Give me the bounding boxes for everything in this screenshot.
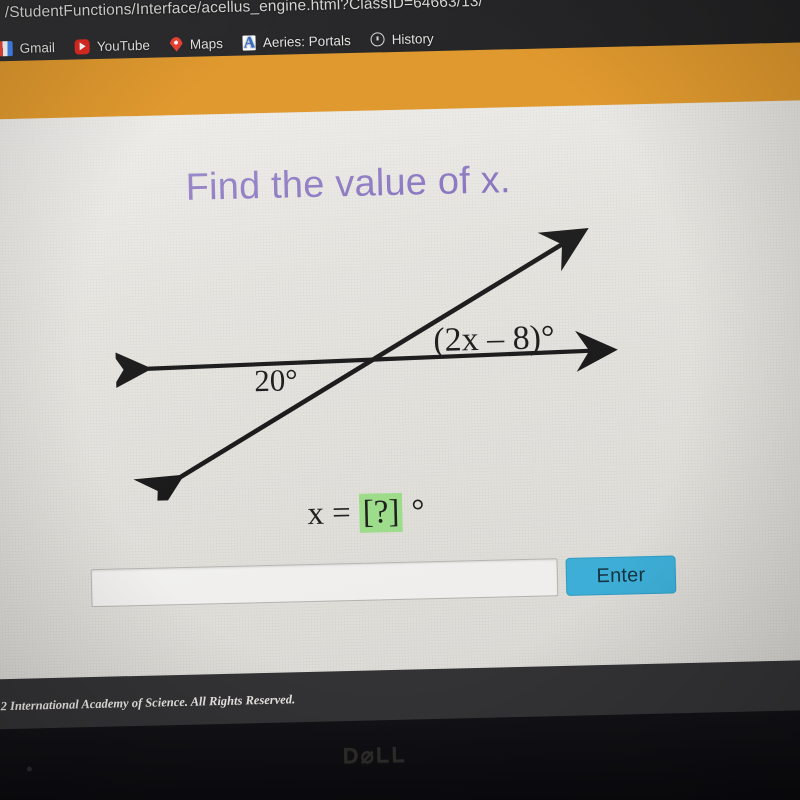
aeries-icon: A (242, 33, 257, 52)
lesson-page: Find the value of x. (2x – 8)° 20° x = [… (0, 99, 800, 700)
page-title: Find the value of x. (185, 159, 512, 209)
answer-input[interactable] (90, 558, 559, 608)
address-bar[interactable]: /StudentFunctions/Interface/acellus_engi… (5, 0, 765, 25)
youtube-icon (74, 38, 91, 55)
history-clock-icon (370, 32, 385, 47)
copyright-text: 2 International Academy of Science. All … (0, 692, 296, 714)
bookmark-aeries-portals[interactable]: A Aeries: Portals (242, 32, 351, 52)
maps-pin-icon (170, 37, 183, 52)
answer-blank-placeholder: [?] (359, 492, 403, 533)
bookmark-maps[interactable]: Maps (170, 36, 223, 52)
bookmark-label: YouTube (96, 37, 151, 54)
answer-prompt: x = [?] ° (307, 492, 425, 534)
bookmark-label: Gmail (19, 39, 56, 56)
bookmark-gmail[interactable]: Gmail (0, 40, 55, 56)
angle-label-expression: (2x – 8)° (432, 319, 555, 360)
gmail-icon (0, 40, 13, 56)
bookmark-youtube[interactable]: YouTube (74, 37, 151, 55)
lesson-content: Find the value of x. (2x – 8)° 20° x = [… (0, 100, 800, 699)
enter-button[interactable]: Enter (565, 555, 677, 596)
diagram-svg (112, 228, 618, 502)
answer-degree-symbol: ° (410, 493, 425, 530)
answer-entry-row: Enter (90, 555, 677, 608)
angle-label-known: 20° (253, 362, 299, 399)
url-text: /StudentFunctions/Interface/acellus_engi… (4, 0, 484, 22)
answer-prefix: x = (306, 495, 352, 533)
photo-of-laptop-screen: /StudentFunctions/Interface/acellus_engi… (0, 0, 800, 800)
bookmark-label: History (391, 30, 434, 47)
dell-logo: D⌀LL (342, 741, 408, 769)
webcam-icon (26, 766, 32, 772)
bookmark-label: Maps (189, 35, 224, 52)
bookmark-history[interactable]: History (370, 30, 434, 47)
bookmark-label: Aeries: Portals (262, 32, 351, 50)
geometry-diagram: (2x – 8)° 20° (112, 209, 658, 502)
